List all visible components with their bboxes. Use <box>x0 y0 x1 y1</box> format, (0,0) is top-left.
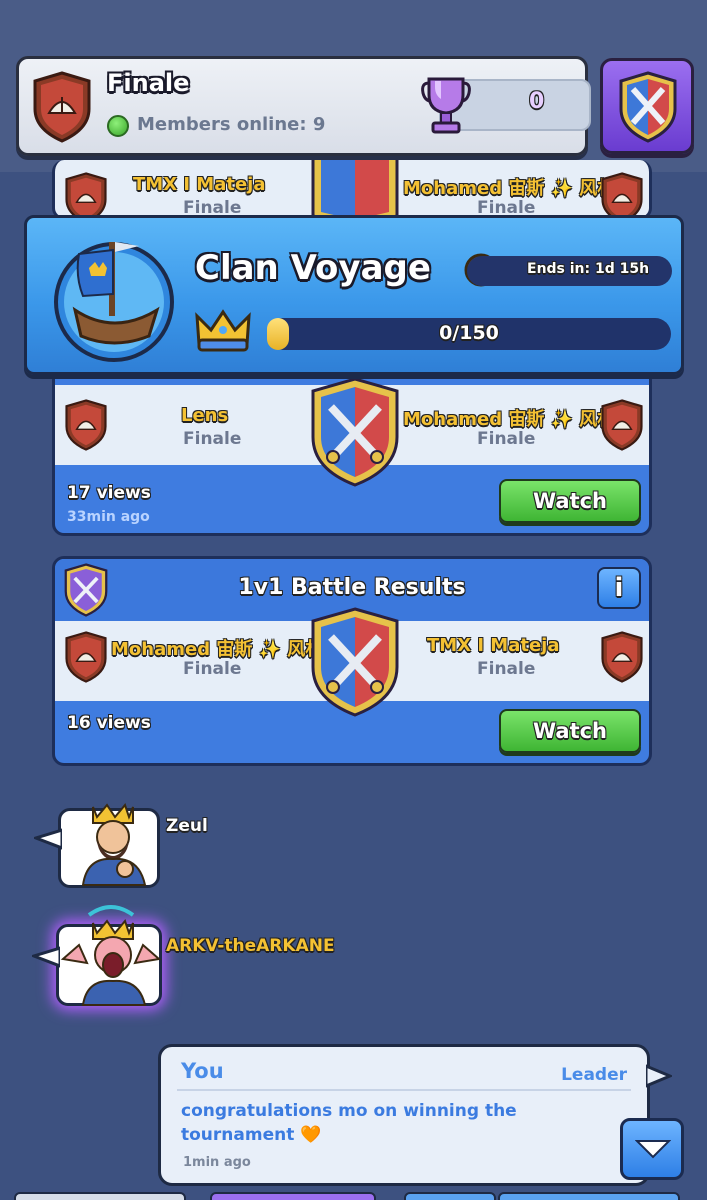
versus-shield-icon <box>311 607 399 717</box>
chat-username[interactable]: ARKV-theARKANE <box>166 936 335 956</box>
bottom-tab[interactable] <box>498 1192 680 1200</box>
clan-info-panel[interactable]: Finale Members online: 9 0 <box>16 56 591 156</box>
crown-icon <box>195 309 251 352</box>
voyage-title: Clan Voyage <box>195 248 431 288</box>
message-text: congratulations mo on winning the tourna… <box>181 1101 517 1145</box>
left-player-clan: Finale <box>183 659 242 679</box>
card-title: 1v1 Battle Results <box>238 575 466 600</box>
message-author-role: Leader <box>561 1065 627 1085</box>
battle-card-1: TMX I Mateja Finale Mohamed 宙斯 ✨ 风林 Fina… <box>52 160 652 220</box>
online-status-icon <box>107 115 129 137</box>
bottom-tab[interactable] <box>14 1192 186 1200</box>
right-player-clan-badge-icon <box>601 172 643 217</box>
battle-card-3: 1v1 Battle Results i Mohamed 宙斯 ✨ 风林 Fin… <box>52 556 652 766</box>
left-player-clan-badge-icon <box>65 399 107 451</box>
left-player-clan-badge-icon <box>65 172 107 217</box>
versus-shield-icon <box>311 160 399 217</box>
left-player-name: Lens <box>181 405 229 426</box>
members-online-text: Members online: 9 <box>137 114 326 135</box>
clan-name: Finale <box>107 69 190 97</box>
right-player-name: TMX I Mateja <box>427 635 560 656</box>
left-player-clan: Finale <box>183 429 242 449</box>
clan-war-button[interactable] <box>600 58 694 154</box>
info-button[interactable]: i <box>597 567 641 609</box>
chat-message-bubble: You Leader congratulations mo on winning… <box>158 1044 650 1186</box>
chat-emote-bubble-arkv <box>56 905 162 1006</box>
bubble-tail-icon <box>646 1064 672 1088</box>
crossed-swords-shield-icon <box>619 71 677 143</box>
king-emote-icon <box>81 802 147 886</box>
trophy-icon <box>421 77 471 134</box>
message-divider <box>177 1089 631 1091</box>
clan-badge-icon <box>33 71 91 143</box>
bottom-tab[interactable] <box>404 1192 496 1200</box>
right-player-name: Mohamed 宙斯 ✨ 风林 <box>403 409 616 430</box>
battle-time: 33min ago <box>67 509 150 525</box>
trophy-count: 0 <box>529 89 545 114</box>
ends-in-pill: Ends in: 1d 15h <box>467 256 672 286</box>
message-author[interactable]: You <box>181 1059 224 1083</box>
watch-button[interactable]: Watch <box>499 709 641 753</box>
voyage-progress-bar: 0/150 <box>267 318 671 350</box>
battle-card-2: Lens Finale Mohamed 宙斯 ✨ 风林 Finale 17 vi… <box>52 360 652 536</box>
message-time: 1min ago <box>183 1155 251 1170</box>
laughing-king-emote-icon <box>60 905 162 1006</box>
bubble-tail-icon <box>34 828 62 850</box>
left-player-clan-badge-icon <box>65 631 107 683</box>
scroll-down-button[interactable] <box>620 1118 684 1180</box>
right-player-clan-badge-icon <box>601 399 643 451</box>
right-player-name: Mohamed 宙斯 ✨ 风林 <box>403 178 616 199</box>
chevron-down-icon <box>635 1140 671 1159</box>
right-player-clan-badge-icon <box>601 631 643 683</box>
clan-voyage-banner[interactable]: Clan Voyage Ends in: 1d 15h 0/150 <box>24 215 684 375</box>
bubble-tail-icon <box>32 946 60 968</box>
watch-button[interactable]: Watch <box>499 479 641 523</box>
left-player-name: TMX I Mateja <box>133 174 266 195</box>
views-count: 16 views <box>67 713 151 733</box>
versus-shield-icon <box>311 377 399 487</box>
bottom-tab[interactable] <box>210 1192 376 1200</box>
ends-in-text: Ends in: 1d 15h <box>527 261 650 277</box>
voyage-ship-icon <box>54 242 174 362</box>
chat-emote-bubble-zeul <box>58 802 160 888</box>
voyage-progress-text: 0/150 <box>439 322 499 344</box>
right-player-clan: Finale <box>477 429 536 449</box>
right-player-clan: Finale <box>477 659 536 679</box>
views-count: 17 views <box>67 483 151 503</box>
chat-username[interactable]: Zeul <box>166 816 208 836</box>
left-player-name: Mohamed 宙斯 ✨ 风林 <box>111 639 324 660</box>
